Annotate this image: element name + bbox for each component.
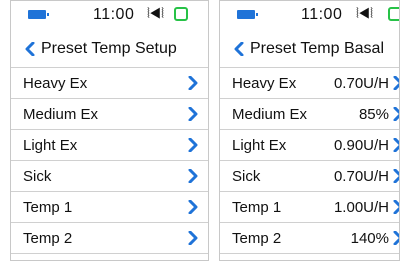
chevron-right-icon	[393, 107, 399, 121]
chevron-right-icon	[393, 200, 399, 214]
list-item-label: Medium Ex	[23, 106, 99, 123]
battery-icon	[28, 10, 49, 19]
list-item-value: 0.70U/H	[333, 168, 389, 185]
list-item-label: Heavy Ex	[23, 75, 88, 92]
chevron-left-icon[interactable]	[23, 42, 37, 56]
list-item-value: 85%	[358, 106, 389, 123]
chevron-right-icon	[393, 138, 399, 152]
screen-header: Preset Temp Setup	[11, 31, 208, 68]
list-item-label: Sick	[232, 168, 261, 185]
status-indicator-icon	[174, 7, 188, 21]
chevron-right-icon	[393, 169, 399, 183]
list-item-label: Light Ex	[23, 137, 78, 154]
list-item-label: Temp 1	[232, 199, 282, 216]
list-item-label: Heavy Ex	[232, 75, 297, 92]
chevron-right-icon	[393, 76, 399, 90]
battery-icon	[237, 10, 258, 19]
chevron-right-icon	[188, 107, 198, 121]
status-bar: 11:00 ⦚◀⦚	[11, 1, 208, 31]
list-item-sick[interactable]: Sick	[11, 161, 208, 192]
chevron-right-icon	[393, 231, 399, 245]
list-item-temp-2[interactable]: Temp 2 140%	[220, 223, 399, 254]
list-item-heavy-ex[interactable]: Heavy Ex	[11, 68, 208, 99]
list-item-light-ex[interactable]: Light Ex	[11, 130, 208, 161]
clock-time: 11:00	[301, 6, 343, 23]
vibrate-icon: ⦚◀⦚	[356, 5, 374, 21]
chevron-right-icon	[188, 200, 198, 214]
page-title: Preset Temp Setup	[41, 40, 177, 57]
list-item-value: 1.00U/H	[333, 199, 389, 216]
list-item-temp-1[interactable]: Temp 1 1.00U/H	[220, 192, 399, 223]
list-item-light-ex[interactable]: Light Ex 0.90U/H	[220, 130, 399, 161]
list-item-label: Temp 1	[23, 199, 73, 216]
preset-temp-setup-screen: 11:00 ⦚◀⦚ Preset Temp Setup Heavy Ex Med…	[10, 0, 209, 261]
list-item-value: 0.70U/H	[333, 75, 389, 92]
chevron-right-icon	[188, 138, 198, 152]
list-item-label: Temp 2	[23, 230, 73, 247]
chevron-right-icon	[188, 231, 198, 245]
list-item-sick[interactable]: Sick 0.70U/H	[220, 161, 399, 192]
list-item-medium-ex[interactable]: Medium Ex	[11, 99, 208, 130]
page-title: Preset Temp Basal	[250, 40, 384, 57]
chevron-right-icon	[188, 169, 198, 183]
chevron-left-icon[interactable]	[232, 42, 246, 56]
status-bar: 11:00 ⦚◀⦚	[220, 1, 399, 31]
list-item-value: 0.90U/H	[333, 137, 389, 154]
list-item-label: Medium Ex	[232, 106, 308, 123]
clock-time: 11:00	[93, 6, 135, 23]
list-item-temp-2[interactable]: Temp 2	[11, 223, 208, 254]
list-item-medium-ex[interactable]: Medium Ex 85%	[220, 99, 399, 130]
list-item-label: Light Ex	[232, 137, 287, 154]
preset-temp-basal-screen: 11:00 ⦚◀⦚ Preset Temp Basal Heavy Ex 0.7…	[219, 0, 400, 261]
screen-header: Preset Temp Basal	[220, 31, 399, 68]
list-item-label: Temp 2	[232, 230, 282, 247]
list-item-label: Sick	[23, 168, 52, 185]
vibrate-icon: ⦚◀⦚	[147, 5, 165, 21]
list-item-value: 140%	[350, 230, 389, 247]
status-indicator-icon	[388, 7, 399, 21]
list-item-heavy-ex[interactable]: Heavy Ex 0.70U/H	[220, 68, 399, 99]
chevron-right-icon	[188, 76, 198, 90]
list-item-temp-1[interactable]: Temp 1	[11, 192, 208, 223]
